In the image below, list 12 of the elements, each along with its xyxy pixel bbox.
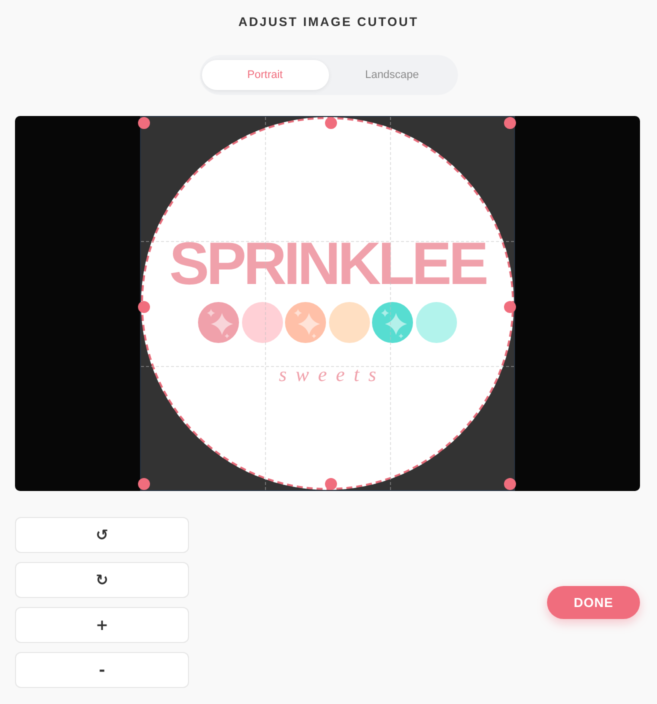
resize-handle[interactable]	[138, 478, 150, 490]
resize-handle[interactable]	[504, 117, 516, 129]
resize-handle[interactable]	[138, 117, 150, 129]
zoom-in-button[interactable]: +	[15, 607, 189, 643]
rotate-left-button[interactable]: ↺	[15, 517, 189, 553]
resize-handle[interactable]	[138, 300, 150, 312]
resize-handle[interactable]	[504, 478, 516, 490]
logo-subtitle: sweets	[278, 365, 386, 385]
zoom-out-button[interactable]: -	[15, 652, 189, 688]
dialog-title: ADJUST IMAGE CUTOUT	[238, 14, 419, 30]
logo-title: SPRINKLEE	[169, 234, 486, 294]
rotate-right-button[interactable]: ↻	[15, 562, 189, 598]
